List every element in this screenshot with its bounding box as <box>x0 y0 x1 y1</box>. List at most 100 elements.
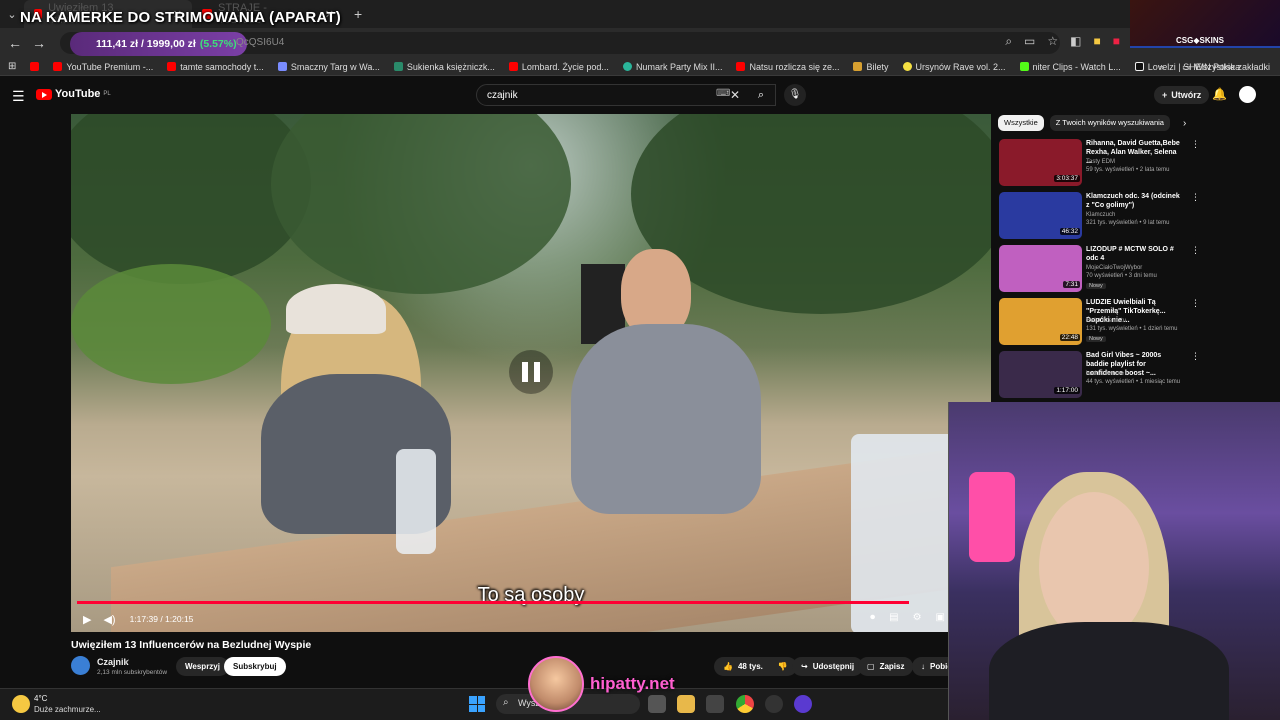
forward-icon[interactable]: → <box>27 35 51 51</box>
bookmark-item[interactable]: tamte samochody t... <box>167 62 264 72</box>
video-duration: 46:32 <box>1059 228 1080 235</box>
cap <box>286 284 386 334</box>
thumbs-down-icon[interactable]: 👎 <box>778 662 788 671</box>
share-button[interactable]: ↪ Udostępnij <box>792 657 864 676</box>
weather-temperature: 4°C <box>34 694 48 703</box>
pause-overlay-icon[interactable] <box>509 350 553 394</box>
price-percent: (5.57%) <box>199 38 237 50</box>
recommendation-item[interactable]: 22:48 LUDZIE Uwielbiali Tą "Przemiłą" Tik… <box>999 298 1200 348</box>
video-player[interactable]: To są osoby ▶ ◀) 1:17:39 / 1:20:15 ⏺ ▤ ⚙… <box>71 114 991 632</box>
recommendation-item[interactable]: 3:03:37 Rihanna, David Guetta,Bebe Rexha,… <box>999 139 1200 189</box>
bookmark-item[interactable]: Ursynów Rave vol. 2... <box>902 62 1006 72</box>
chevron-right-icon[interactable]: › <box>1183 118 1186 129</box>
bookmark-item[interactable]: Natsu rozlicza się ze... <box>736 62 839 72</box>
recommendation-title[interactable]: Klamczuch odc. 34 (odcinek z "Co golimy"… <box>1086 192 1184 210</box>
zoom-icon[interactable]: ⌕ <box>1005 34 1012 49</box>
new-tab-button[interactable]: + <box>344 0 372 28</box>
chip-all[interactable]: Wszystkie <box>998 115 1044 131</box>
settings-gear-icon[interactable]: ⚙ <box>913 612 922 623</box>
more-options-icon[interactable]: ⋮ <box>1191 139 1200 150</box>
account-avatar[interactable] <box>1239 86 1256 103</box>
clear-search-icon[interactable]: ⌨ <box>716 88 730 99</box>
cast-icon[interactable]: ▭ <box>1024 34 1035 49</box>
recommendation-channel[interactable]: Klamczuch <box>1086 212 1115 218</box>
recommendation-item[interactable]: 7:31 LIZODUP # MCTW SOLO # odc 4 MojeCiało… <box>999 245 1200 295</box>
extension-icon[interactable]: ■ <box>1094 34 1101 49</box>
miniplayer-icon[interactable]: ▣ <box>936 612 945 623</box>
play-icon[interactable]: ▶ <box>83 613 91 626</box>
bookmark-item[interactable] <box>30 62 40 71</box>
subtitles-icon[interactable]: ▤ <box>889 612 898 623</box>
extension-icon[interactable]: ■ <box>1113 34 1120 49</box>
chip-from-search[interactable]: Z Twoich wyników wyszukiwania <box>1049 115 1170 131</box>
recommendation-item[interactable]: 1:17:00 Bad Girl Vibes ~ 2000s baddie pla… <box>999 351 1200 401</box>
save-label: Zapisz <box>879 662 905 671</box>
progress-bar[interactable] <box>77 601 910 604</box>
bookmark-item[interactable]: Bilety <box>853 62 889 72</box>
time-display: 1:17:39 / 1:20:15 <box>129 614 194 624</box>
new-badge: Nowy <box>1086 336 1106 342</box>
search-icon: ⌕ <box>503 697 509 708</box>
recommendation-channel[interactable]: Tasty EDM <box>1086 159 1115 165</box>
support-label: Wesprzyj <box>185 662 220 671</box>
recommendation-channel[interactable]: MojeCiałoTwojWybor <box>1086 265 1142 271</box>
new-badge: Nowy <box>1086 283 1106 289</box>
video-duration: 1:17:00 <box>1054 387 1080 394</box>
create-label: Utwórz <box>1171 90 1202 100</box>
bookmark-favicon-icon <box>853 62 863 71</box>
file-explorer-icon[interactable] <box>677 695 695 713</box>
download-icon: ↓ <box>921 662 925 671</box>
chrome-icon[interactable] <box>736 695 754 713</box>
create-button[interactable]: + Utwórz <box>1154 86 1210 104</box>
windows-start-icon[interactable] <box>469 696 485 712</box>
youtube-logo[interactable]: YouTube PL <box>36 88 111 100</box>
clear-search-icon[interactable]: ✕ <box>730 88 740 102</box>
like-button[interactable]: 👍 48 tys. 👎 <box>714 657 797 676</box>
subscribe-button[interactable]: Subskrybuj <box>224 657 286 676</box>
price-value: 111,41 zł / 1999,00 zł <box>96 38 196 50</box>
apps-grid-icon[interactable]: ⊞ <box>8 61 16 72</box>
weather-cloud-icon[interactable] <box>12 695 30 713</box>
recommendation-meta: 44 tys. wyświetleń • 1 miesiąc temu <box>1086 379 1181 385</box>
recommendation-title[interactable]: LIZODUP # MCTW SOLO # odc 4 <box>1086 245 1184 263</box>
support-button[interactable]: Wesprzyj <box>176 657 229 676</box>
water-bottle <box>396 449 436 554</box>
youtube-logo-text: YouTube <box>55 88 101 100</box>
menu-icon[interactable]: ☰ <box>12 88 25 105</box>
bookmark-item[interactable]: Numark Party Mix II... <box>622 62 722 72</box>
recommendation-item[interactable]: 46:32 Klamczuch odc. 34 (odcinek z "Co go… <box>999 192 1200 242</box>
chevron-right-icon[interactable]: » <box>1159 62 1164 72</box>
autoplay-icon[interactable]: ⏺ <box>870 612 875 623</box>
recommendation-channel[interactable]: baddie femme <box>1086 371 1124 377</box>
notifications-bell-icon[interactable]: 🔔 <box>1212 87 1227 101</box>
channel-avatar[interactable] <box>71 656 90 675</box>
bookmark-item[interactable]: Sukienka księżniczk... <box>393 62 495 72</box>
more-options-icon[interactable]: ⋮ <box>1191 298 1200 309</box>
save-button[interactable]: ▢ Zapisz <box>858 657 914 676</box>
search-button[interactable]: ⌕ <box>748 84 774 106</box>
bookmark-label: Lombard. Życie pod... <box>521 61 609 72</box>
bookmark-item[interactable]: niter Clips - Watch L... <box>1019 62 1121 72</box>
all-bookmarks[interactable]: » ▭ Wszystkie zakładki <box>1159 58 1270 76</box>
video-scene-tree <box>271 114 571 294</box>
bookmark-item[interactable]: YouTube Premium -... <box>53 62 153 72</box>
price-tracker-widget[interactable]: 111,41 zł / 1999,00 zł (5.57%) <box>70 32 247 56</box>
bookmark-star-icon[interactable]: ☆ <box>1047 34 1058 49</box>
more-options-icon[interactable]: ⋮ <box>1191 351 1200 362</box>
recommendation-channel[interactable]: Świat Internetu <box>1086 318 1126 324</box>
address-bar-actions: ⌕ ▭ ☆ ◧ ■ ■ <box>1005 34 1120 49</box>
steam-icon[interactable] <box>765 695 783 713</box>
back-icon[interactable]: ← <box>3 35 27 51</box>
bookmark-item[interactable]: Smaczny Targ w Wa... <box>277 62 380 72</box>
bookmark-item[interactable]: Lombard. Życie pod... <box>508 61 609 72</box>
extension-icon[interactable]: ◧ <box>1070 34 1081 49</box>
more-options-icon[interactable]: ⋮ <box>1191 245 1200 256</box>
more-options-icon[interactable]: ⋮ <box>1191 192 1200 203</box>
store-icon[interactable] <box>706 695 724 713</box>
bookmarks-bar: ⊞ YouTube Premium -... tamte samochody t… <box>0 58 1280 76</box>
download-button[interactable]: ↓ Pobie <box>912 657 948 676</box>
volume-icon[interactable]: ◀) <box>103 613 115 626</box>
recommendation-meta: 70 wyświetleń • 3 dni temu <box>1086 273 1157 279</box>
app-icon[interactable] <box>794 695 812 713</box>
mic-icon[interactable]: 🎙 <box>784 84 806 106</box>
